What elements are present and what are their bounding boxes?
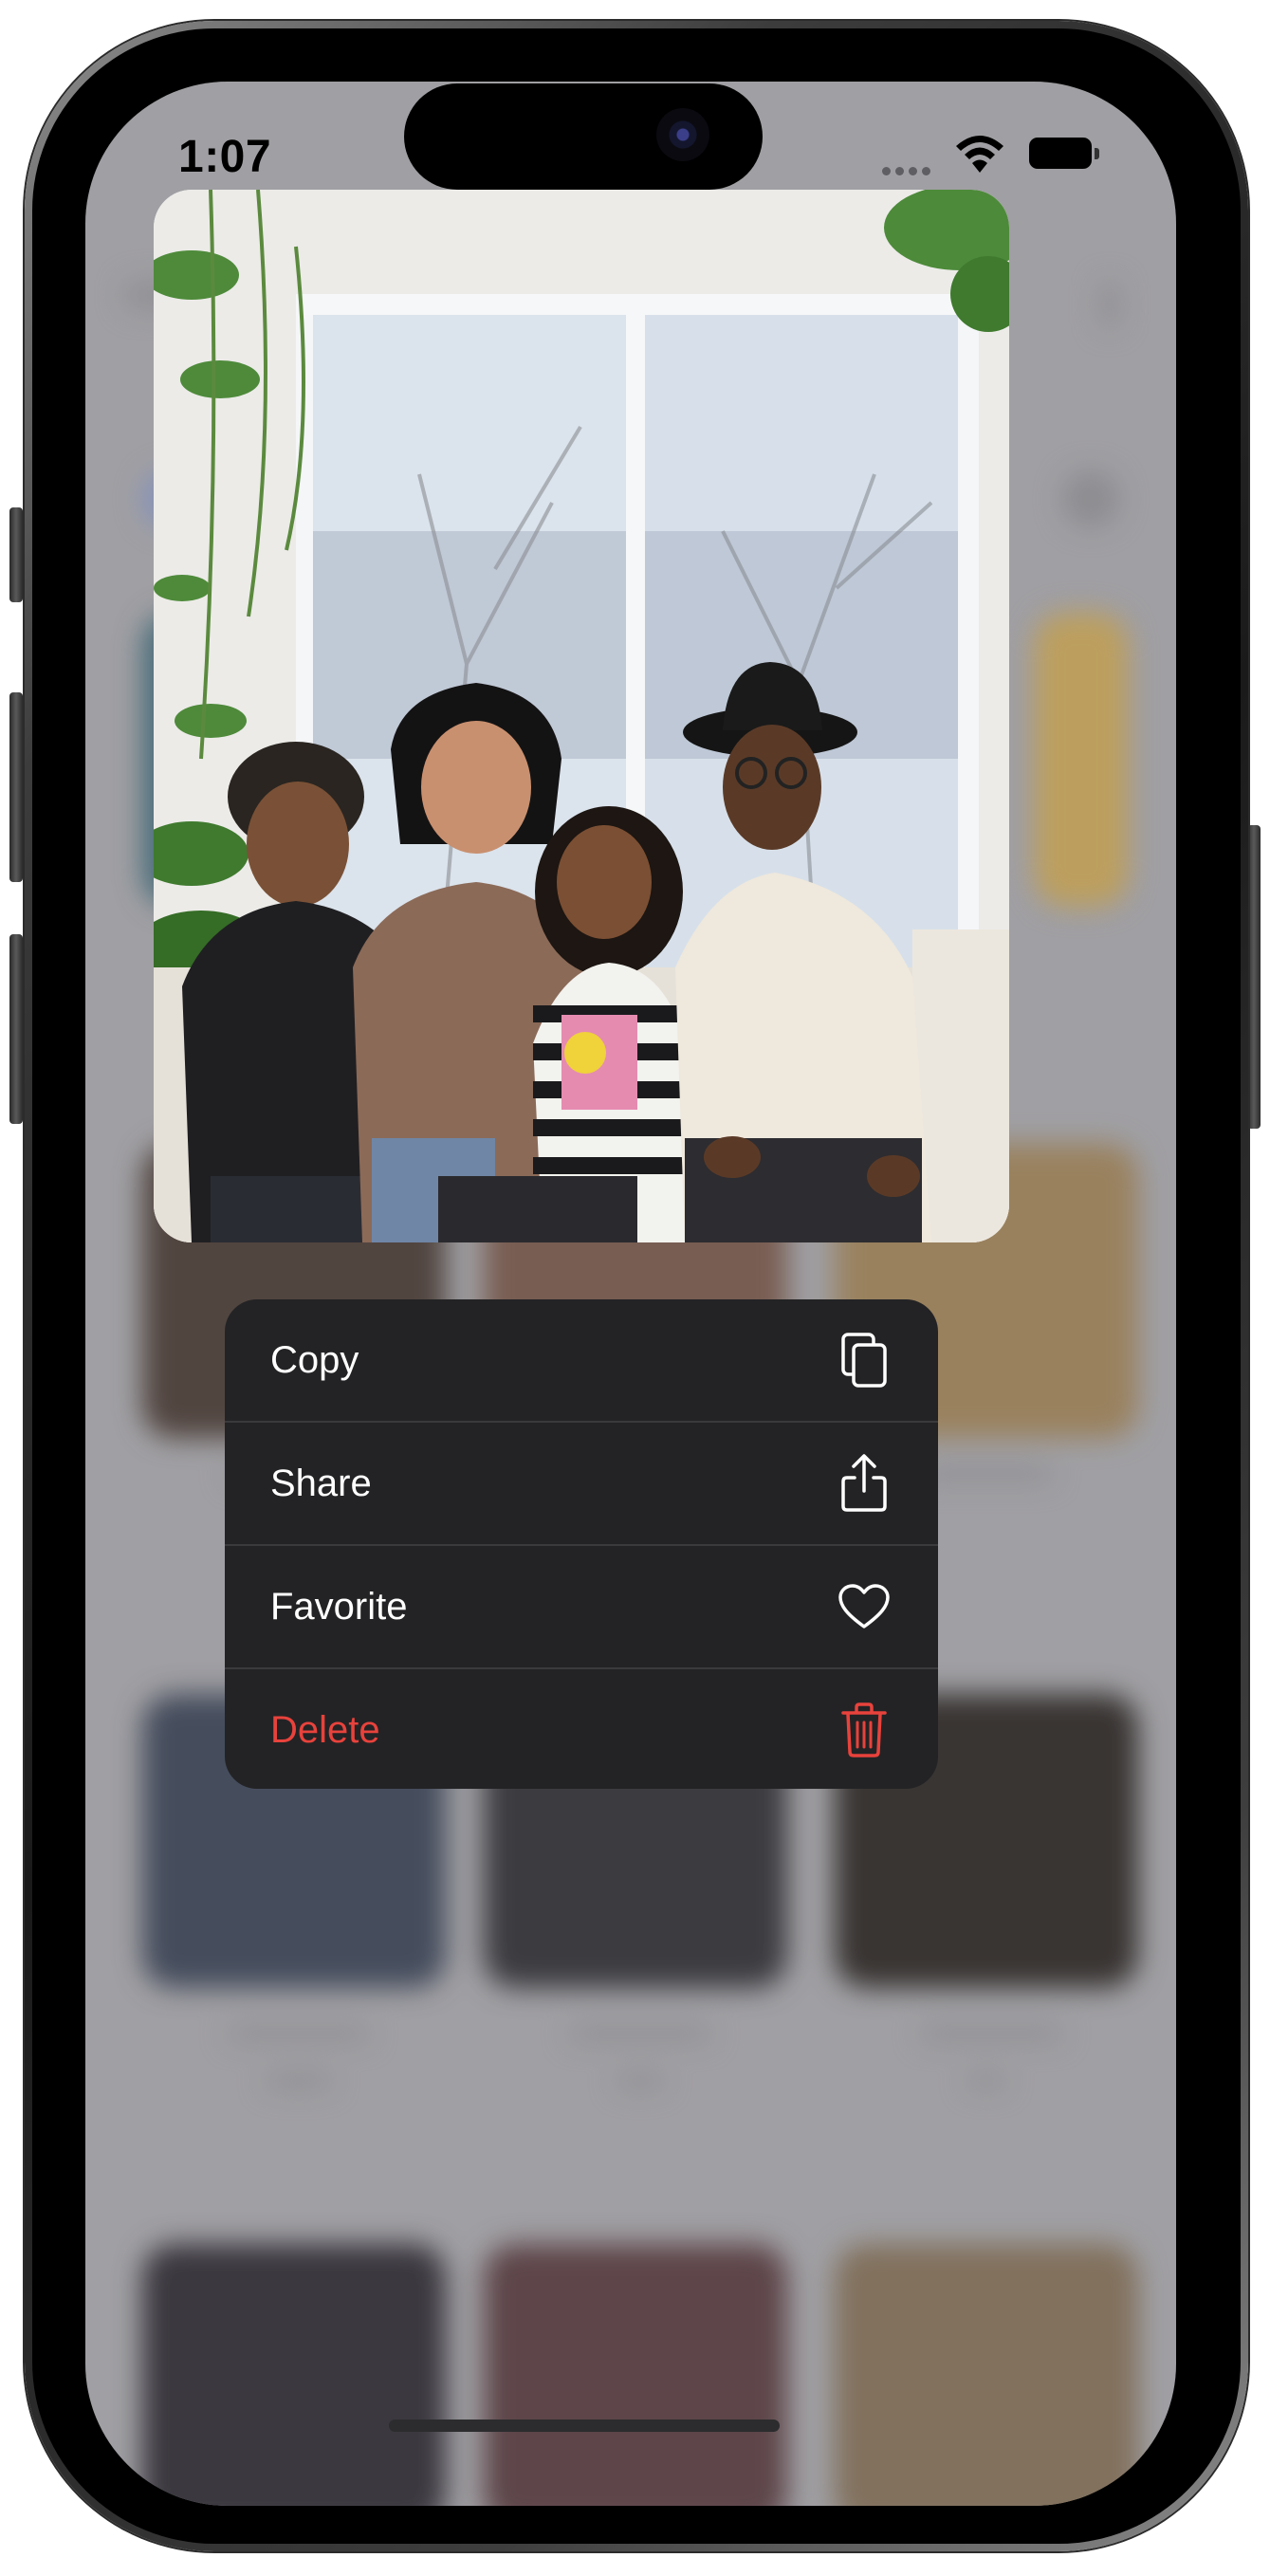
share-menu-item[interactable]: Share (225, 1423, 938, 1544)
context-menu: Copy Share Favorite Delete (225, 1299, 938, 1789)
status-time: 1:07 (178, 132, 272, 182)
share-icon (837, 1453, 891, 1514)
copy-menu-item[interactable]: Copy (225, 1299, 938, 1421)
delete-label: Delete (270, 1708, 380, 1751)
wifi-icon (953, 135, 1006, 179)
battery-icon (1029, 138, 1092, 169)
home-indicator[interactable] (389, 2420, 780, 2432)
copy-label: Copy (270, 1338, 359, 1381)
delete-menu-item[interactable]: Delete (225, 1669, 938, 1789)
action-button (9, 507, 23, 602)
volume-down-button (9, 934, 23, 1124)
cellular-signal-icon (882, 163, 935, 180)
heart-icon (837, 1576, 891, 1637)
favorite-label: Favorite (270, 1585, 408, 1628)
copy-icon (837, 1330, 891, 1390)
trash-icon (837, 1700, 891, 1760)
preview-photo[interactable] (154, 190, 1009, 1242)
share-label: Share (270, 1462, 372, 1504)
favorite-menu-item[interactable]: Favorite (225, 1546, 938, 1667)
volume-up-button (9, 692, 23, 882)
side-button (1247, 825, 1261, 1129)
front-camera (656, 108, 709, 161)
battery-tip (1095, 148, 1099, 159)
